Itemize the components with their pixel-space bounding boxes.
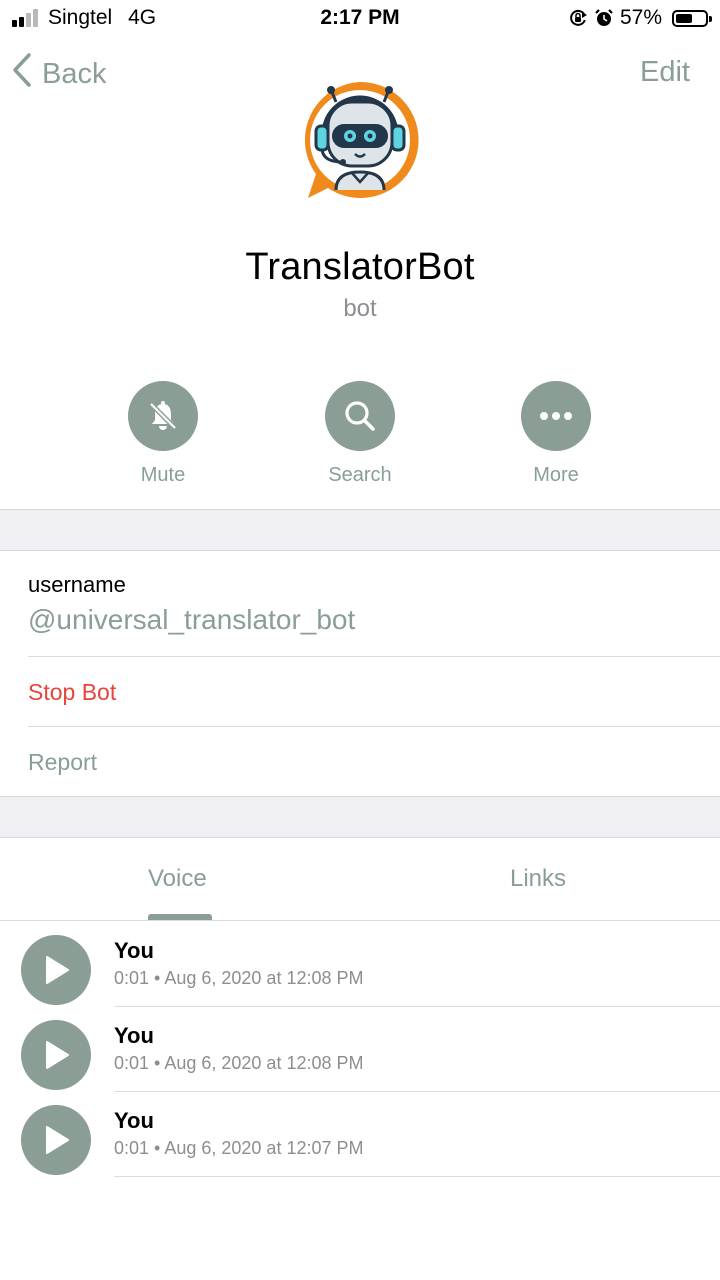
edit-button[interactable]: Edit bbox=[640, 56, 690, 89]
bell-off-icon bbox=[128, 381, 198, 451]
section-divider bbox=[0, 509, 720, 551]
list-item[interactable]: You 0:01 • Aug 6, 2020 at 12:07 PM bbox=[0, 1091, 720, 1177]
more-label: More bbox=[533, 464, 579, 486]
username-value[interactable]: @universal_translator_bot bbox=[28, 604, 355, 636]
back-button[interactable]: Back bbox=[12, 52, 107, 96]
robot-headset-avatar[interactable] bbox=[298, 78, 422, 202]
profile-subtitle: bot bbox=[343, 295, 377, 322]
voice-author: You bbox=[114, 1108, 154, 1133]
tab-voice[interactable]: Voice bbox=[148, 865, 207, 893]
play-icon[interactable] bbox=[21, 1105, 91, 1175]
battery-percent: 57% bbox=[619, 6, 662, 29]
profile-name: TranslatorBot bbox=[245, 246, 475, 288]
search-label: Search bbox=[328, 464, 392, 486]
status-right-group: 57% bbox=[568, 6, 712, 30]
row-separator bbox=[28, 726, 720, 727]
search-button[interactable]: Search bbox=[290, 381, 430, 487]
section-divider bbox=[0, 796, 720, 838]
play-icon[interactable] bbox=[21, 935, 91, 1005]
report-button[interactable]: Report bbox=[28, 749, 97, 776]
voice-author: You bbox=[114, 938, 154, 963]
stop-bot-button[interactable]: Stop Bot bbox=[28, 679, 116, 706]
orientation-lock-icon bbox=[568, 8, 588, 28]
chevron-left-icon bbox=[12, 52, 32, 96]
voice-meta: 0:01 • Aug 6, 2020 at 12:07 PM bbox=[114, 1138, 364, 1158]
mute-button[interactable]: Mute bbox=[93, 381, 233, 487]
play-icon[interactable] bbox=[21, 1020, 91, 1090]
tab-links[interactable]: Links bbox=[510, 865, 566, 893]
row-separator bbox=[114, 1176, 720, 1177]
list-item[interactable]: You 0:01 • Aug 6, 2020 at 12:08 PM bbox=[0, 1006, 720, 1092]
more-button[interactable]: More bbox=[486, 381, 626, 487]
list-item[interactable]: You 0:01 • Aug 6, 2020 at 12:08 PM bbox=[0, 921, 720, 1007]
voice-author: You bbox=[114, 1023, 154, 1048]
status-bar: Singtel 4G 2:17 PM 57% bbox=[0, 0, 720, 38]
mute-label: Mute bbox=[140, 464, 186, 486]
battery-icon bbox=[672, 9, 712, 27]
row-separator bbox=[28, 656, 720, 657]
username-caption: username bbox=[28, 572, 126, 597]
alarm-icon bbox=[594, 8, 614, 28]
voice-meta: 0:01 • Aug 6, 2020 at 12:08 PM bbox=[114, 968, 364, 988]
ellipsis-icon bbox=[521, 381, 591, 451]
back-label: Back bbox=[42, 57, 107, 90]
search-icon bbox=[325, 381, 395, 451]
voice-meta: 0:01 • Aug 6, 2020 at 12:08 PM bbox=[114, 1053, 364, 1073]
